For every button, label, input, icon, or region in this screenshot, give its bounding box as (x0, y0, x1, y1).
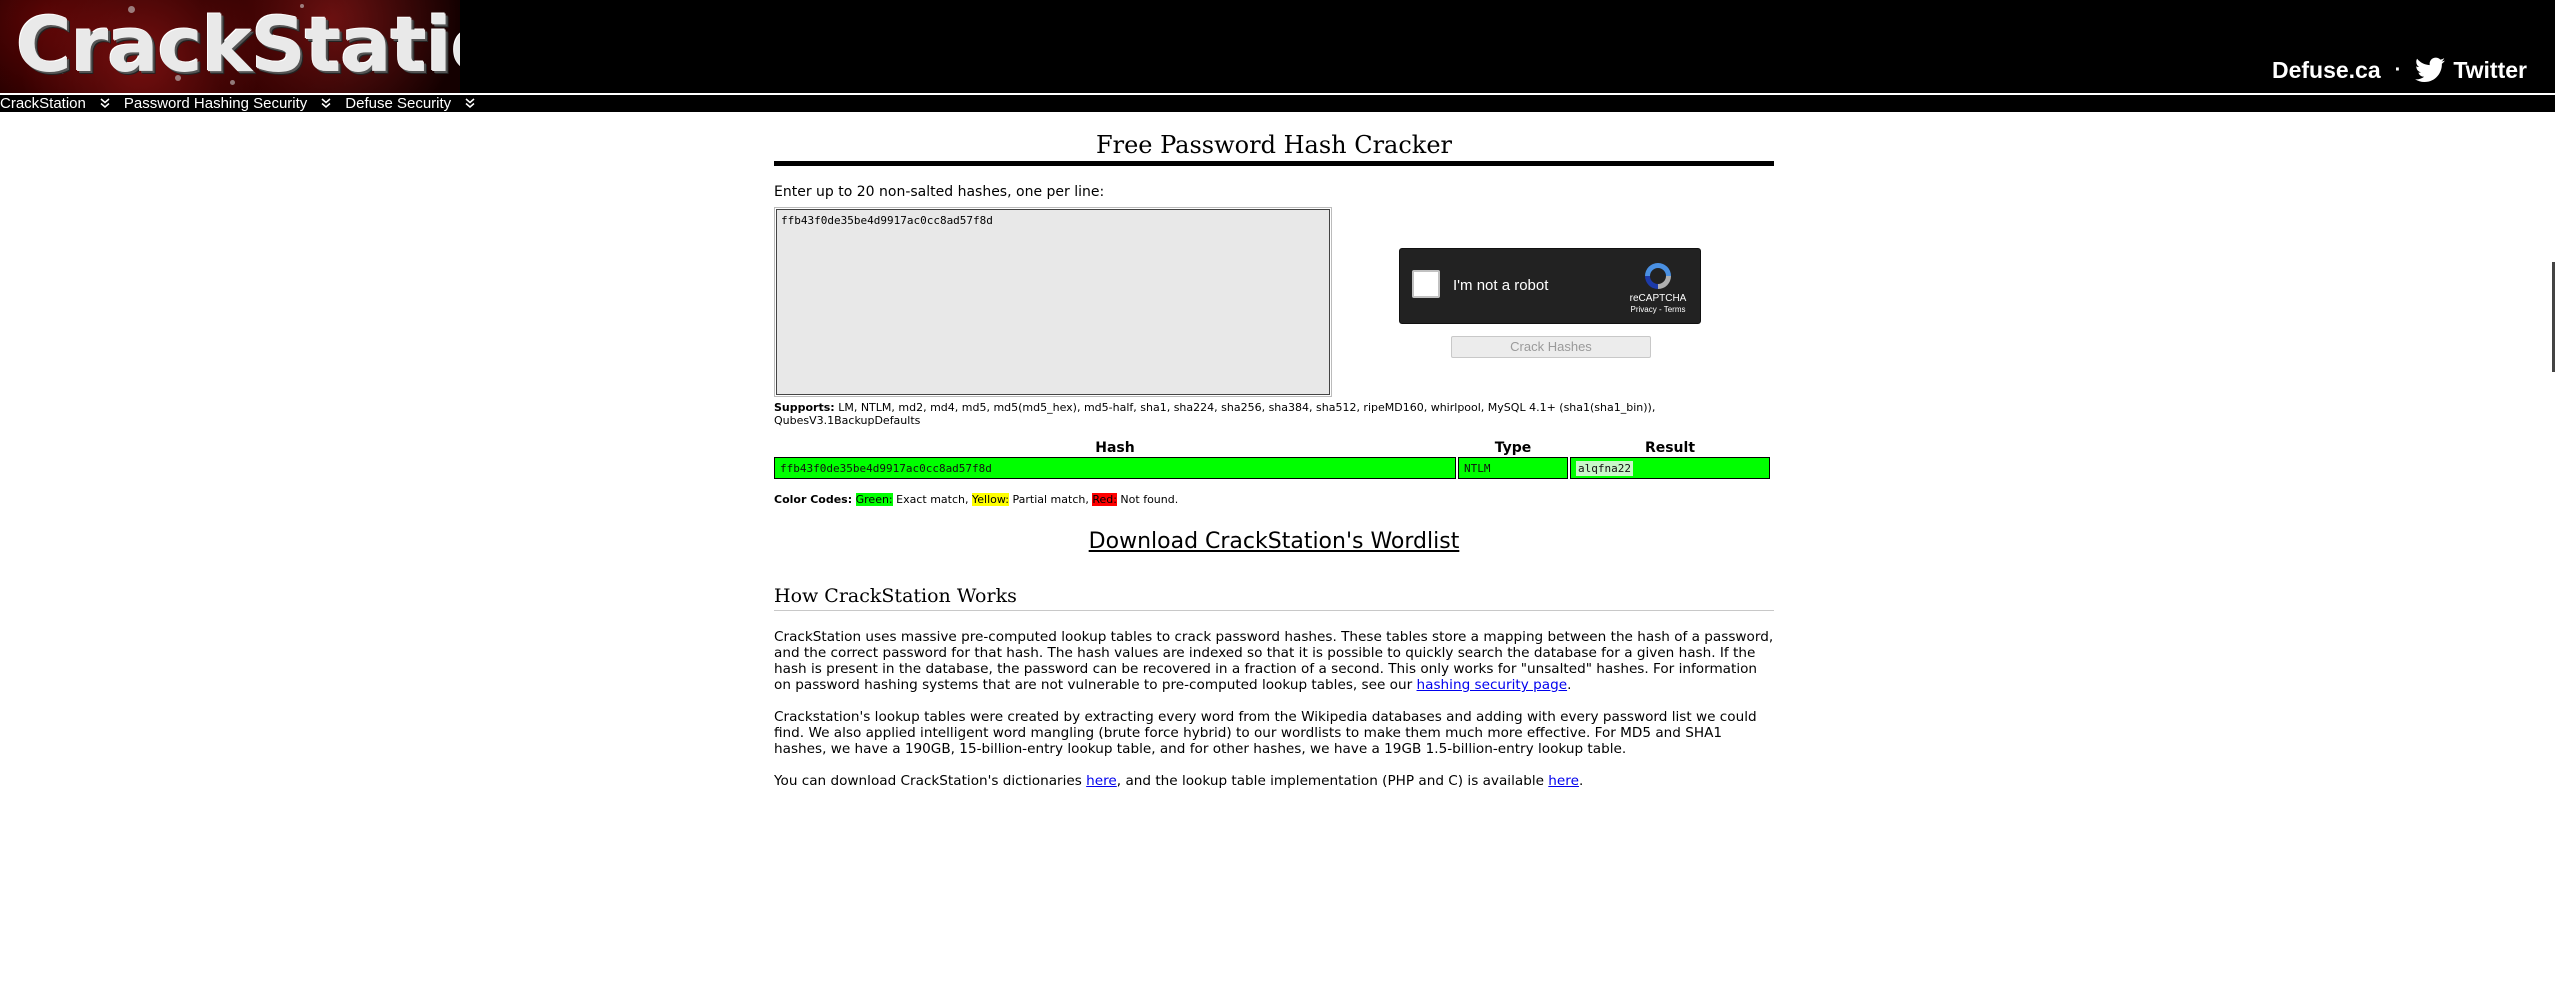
hash-input[interactable] (774, 207, 1332, 397)
twitter-link-label: Twitter (2453, 56, 2527, 83)
defuse-link-label: Defuse.ca (2271, 56, 2381, 83)
lookup-implementation-link[interactable]: here (1548, 773, 1579, 789)
paragraph-end: . (1578, 773, 1584, 789)
recaptcha-privacy-terms[interactable]: Privacy - Terms (1628, 305, 1688, 314)
page-title: Free Password Hash Cracker (774, 114, 1774, 166)
how-it-works-paragraph-1: CrackStation uses massive pre-computed l… (774, 629, 1774, 693)
recaptcha-icon (1645, 263, 1671, 289)
legend-red-desc: Not found. (1116, 493, 1179, 506)
color-codes-legend: Color Codes: Green: Exact match, Yellow:… (774, 493, 1774, 507)
paragraph-text: You can download CrackStation's dictiona… (774, 773, 1087, 789)
legend-yellow: Yellow: (972, 493, 1009, 506)
nav-item-label: Defuse Security (345, 95, 452, 112)
recaptcha-checkbox[interactable] (1412, 270, 1440, 298)
header-separator: · (2394, 58, 2402, 81)
how-it-works-paragraph-2: Crackstation's lookup tables were create… (774, 709, 1774, 757)
results-table: Hash Type Result ffb43f0de35be4d9917ac0c… (772, 439, 1772, 481)
recaptcha-label: I'm not a robot (1453, 277, 1549, 294)
nav-item-crackstation[interactable]: CrackStation (0, 95, 110, 112)
paragraph-text: Crackstation's lookup tables were create… (774, 709, 1757, 757)
legend-green-desc: Exact match, (892, 493, 972, 506)
recaptcha-logo: reCAPTCHA Privacy - Terms (1628, 260, 1688, 314)
site-logo[interactable]: CrackStation (16, 0, 460, 91)
logo-background: CrackStation (0, 0, 460, 93)
table-row: ffb43f0de35be4d9917ac0cc8ad57f8d NTLM al… (774, 457, 1770, 479)
crack-form: I'm not a robot reCAPTCHA Privacy - Term… (774, 207, 1774, 397)
hashing-security-link[interactable]: hashing security page (1417, 677, 1568, 693)
paragraph-text: , and the lookup table implementation (P… (1116, 773, 1549, 789)
supported-hashes: Supports: LM, NTLM, md2, md4, md5, md5(m… (774, 401, 1674, 427)
double-chevron-down-icon (100, 96, 110, 111)
cracked-password: alqfna22 (1576, 460, 1633, 476)
legend-green: Green: (855, 493, 893, 506)
supports-label: Supports: (774, 401, 835, 414)
crack-hashes-button[interactable]: Crack Hashes (1451, 336, 1651, 358)
nav-item-label: Password Hashing Security (123, 95, 308, 112)
nav-item-defuse-security[interactable]: Defuse Security (345, 95, 475, 112)
double-chevron-down-icon (321, 96, 331, 111)
double-chevron-down-icon (465, 96, 475, 111)
result-value-cell: alqfna22 (1570, 457, 1770, 479)
twitter-link[interactable]: Twitter (2415, 57, 2527, 84)
download-section: Download CrackStation's Wordlist (774, 529, 1774, 555)
nav-item-password-hashing-security[interactable]: Password Hashing Security (124, 95, 331, 112)
result-hash-cell: ffb43f0de35be4d9917ac0cc8ad57f8d (774, 457, 1456, 479)
legend-red: Red: (1092, 493, 1117, 506)
result-type-cell: NTLM (1458, 457, 1568, 479)
how-it-works-paragraph-3: You can download CrackStation's dictiona… (774, 773, 1774, 789)
twitter-bird-icon (2415, 57, 2446, 82)
header-links: Defuse.ca · Twitter (2272, 52, 2527, 88)
defuse-link[interactable]: Defuse.ca (2272, 57, 2381, 84)
column-header-type: Type (1494, 440, 1532, 456)
dictionaries-download-link[interactable]: here (1086, 773, 1117, 789)
instructions-text: Enter up to 20 non-salted hashes, one pe… (774, 184, 1105, 200)
recaptcha-brand: reCAPTCHA (1629, 293, 1687, 304)
nav-bar: CrackStation Password Hashing Security D… (0, 93, 2555, 114)
column-header-result: Result (1644, 440, 1696, 456)
supports-list: LM, NTLM, md2, md4, md5, md5(md5_hex), m… (774, 401, 1656, 427)
color-codes-label: Color Codes: (774, 493, 853, 506)
main-content: Free Password Hash Cracker Enter up to 2… (774, 114, 1774, 803)
results-header-row: Hash Type Result (774, 441, 1770, 455)
download-wordlist-link[interactable]: Download CrackStation's Wordlist (1089, 529, 1460, 554)
paragraph-end: . (1567, 677, 1572, 693)
recaptcha-widget: I'm not a robot reCAPTCHA Privacy - Term… (1399, 248, 1701, 324)
nav-item-label: CrackStation (0, 95, 86, 112)
how-it-works-title: How CrackStation Works (774, 585, 1774, 611)
column-header-hash: Hash (1095, 440, 1135, 456)
legend-yellow-desc: Partial match, (1008, 493, 1093, 506)
site-header: CrackStation Defuse.ca · Twitter (0, 0, 2555, 93)
paragraph-text: CrackStation uses massive pre-computed l… (774, 629, 1774, 693)
